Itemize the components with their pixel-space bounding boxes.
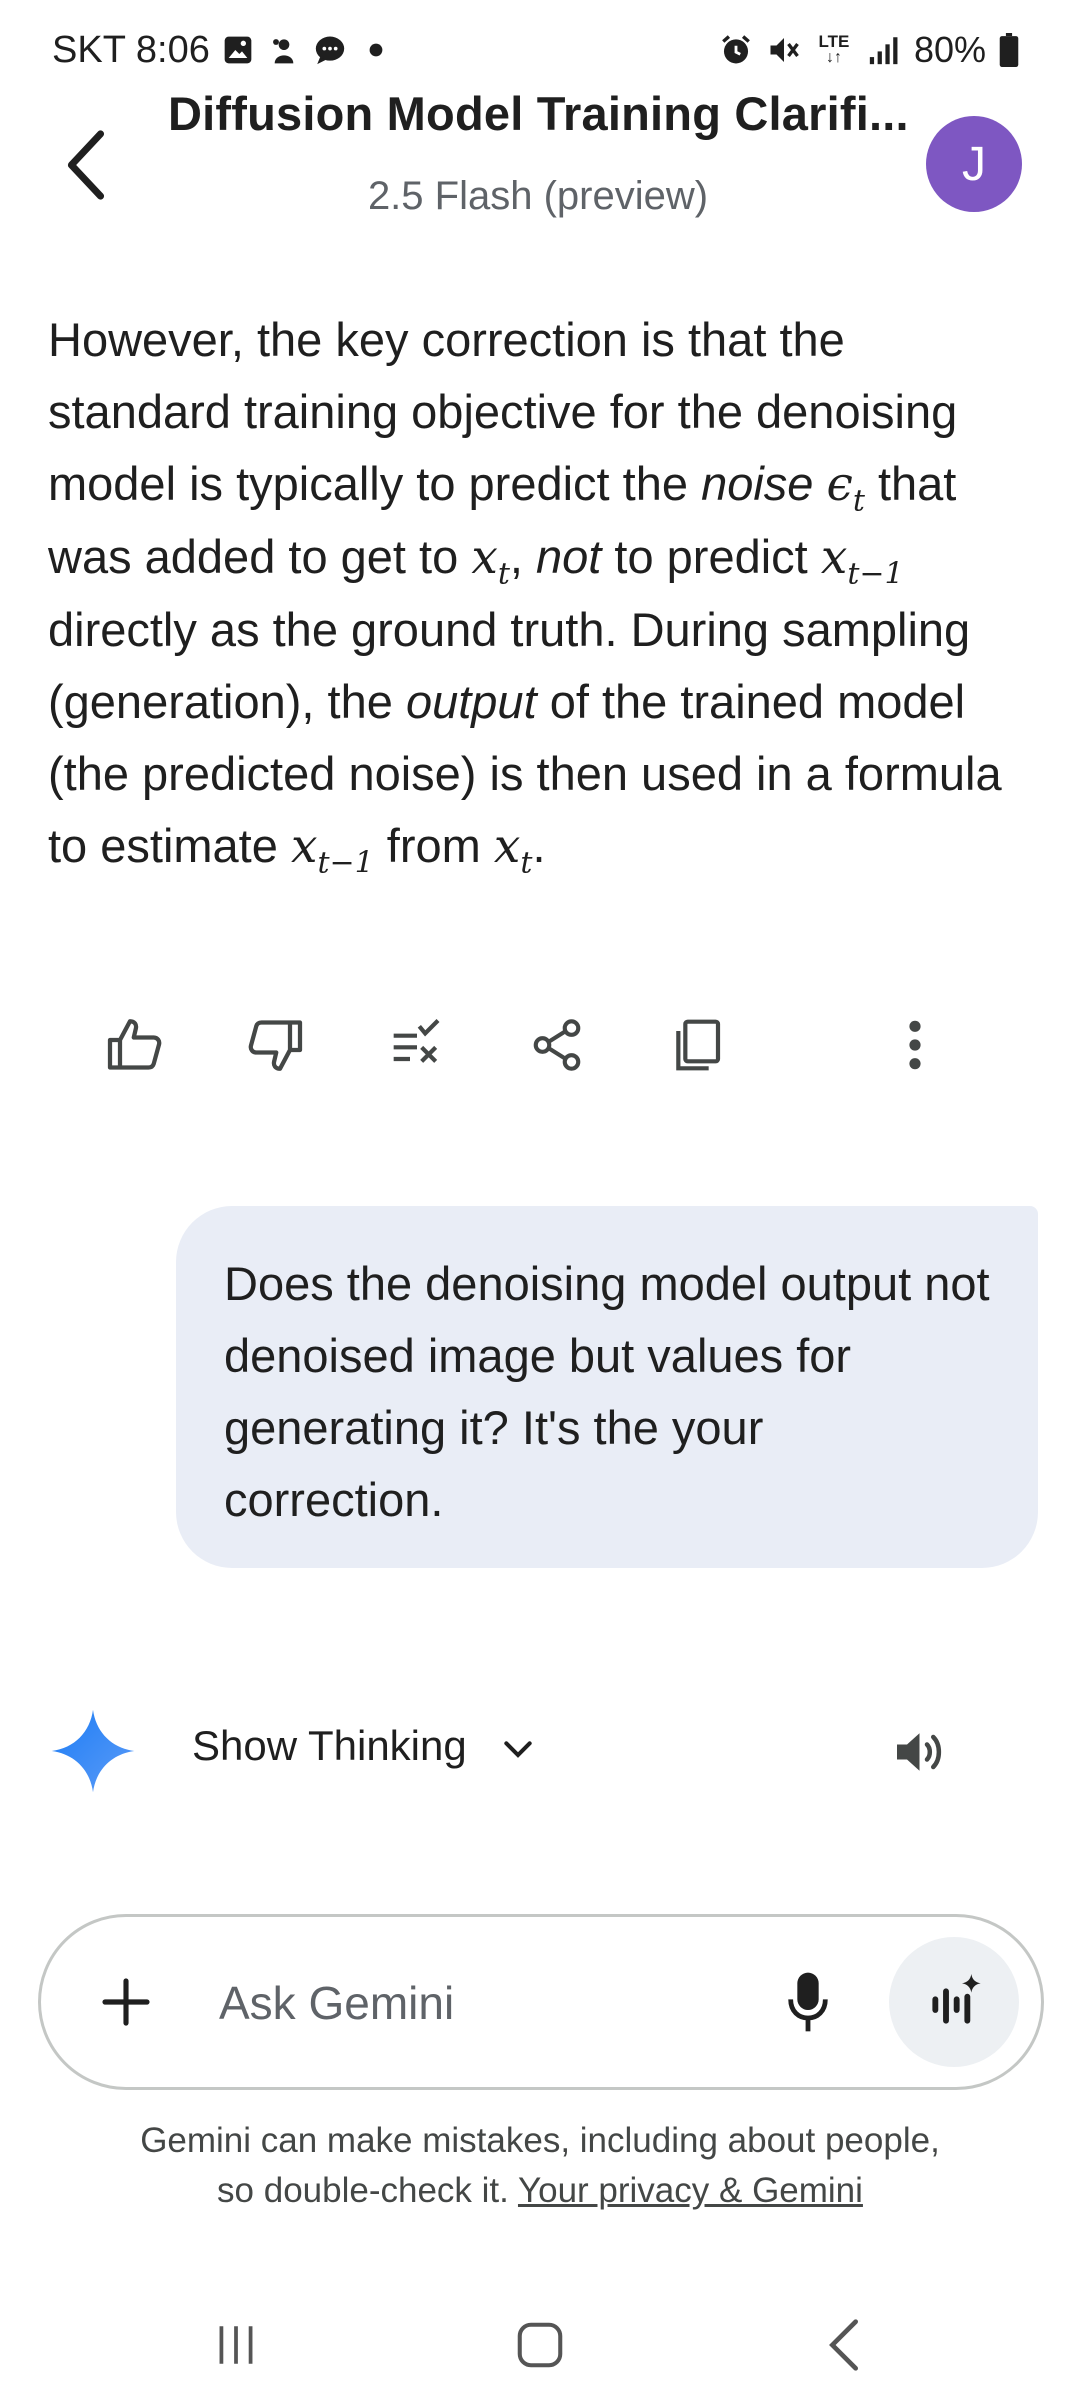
user-message-bubble[interactable]: Does the denoising model output not deno… (176, 1206, 1038, 1568)
ask-gemini-input[interactable] (217, 1967, 741, 2039)
response-emphasis-output: output (405, 675, 537, 728)
response-text-3: to predict (601, 530, 821, 583)
model-selector[interactable]: 2.5 Flash (preview) (168, 174, 908, 230)
clock: 8:06 (135, 28, 210, 71)
show-thinking-button[interactable]: Show Thinking (192, 1722, 467, 1770)
recent-apps-button[interactable] (196, 2310, 276, 2380)
disclaimer-line-2: so double-check it. Your privacy & Gemin… (217, 2171, 863, 2210)
home-icon (517, 2322, 563, 2368)
alarm-icon (718, 32, 754, 68)
speaker-icon[interactable] (890, 1722, 954, 1782)
math-x-t-b: xt (493, 819, 533, 881)
response-emphasis-not: not (536, 530, 602, 583)
response-emphasis-noise: noise (701, 457, 814, 510)
status-left: SKT 8:06 (52, 22, 394, 78)
math-epsilon: ϵt (826, 457, 865, 519)
chevron-down-icon[interactable] (498, 1730, 538, 1770)
prompt-input-bar (38, 1914, 1044, 2090)
gallery-icon (220, 32, 256, 68)
lte-icon: LTE ↓↑ (818, 32, 850, 66)
thinking-row: Show Thinking (48, 1700, 1038, 1800)
system-back-icon (829, 2319, 859, 2371)
add-attachment-button[interactable] (91, 1967, 161, 2037)
system-navigation-bar (0, 2290, 1080, 2400)
privacy-link[interactable]: Your privacy & Gemini (518, 2171, 863, 2210)
math-x-t-minus-1: xt−1 (820, 530, 904, 592)
plus-icon (102, 1978, 150, 2026)
response-text-1: However, the key correction is that the … (48, 313, 958, 510)
signal-icon (866, 32, 902, 68)
model-response: However, the key correction is that the … (48, 313, 1002, 881)
math-x-t-minus-1-b: xt−1 (290, 819, 374, 881)
thumbs-up-icon[interactable] (90, 1000, 180, 1090)
microphone-button[interactable] (773, 1963, 843, 2041)
status-bar: SKT 8:06 LTE ↓↑ 80% (0, 0, 1080, 100)
live-waveform-icon (932, 1974, 981, 2024)
mute-icon (766, 32, 802, 68)
battery-percent: 80% (913, 29, 986, 70)
chat-title[interactable]: Diffusion Model Training Clarifi... (168, 86, 908, 150)
more-notifications-dot-icon (358, 32, 394, 68)
user-message-text: Does the denoising model output not deno… (224, 1257, 990, 1526)
disclaimer: Gemini can make mistakes, including abou… (0, 2116, 1080, 2216)
microphone-icon (788, 1972, 828, 2032)
disclaimer-line-1: Gemini can make mistakes, including abou… (140, 2121, 940, 2160)
back-arrow-icon (67, 130, 105, 200)
system-back-button[interactable] (804, 2310, 884, 2380)
carrier-label: SKT (52, 28, 126, 71)
status-right: LTE ↓↑ 80% (718, 22, 1020, 78)
gemini-live-button[interactable] (889, 1937, 1019, 2067)
math-x-t: xt (471, 530, 510, 592)
modify-response-icon[interactable] (372, 1000, 462, 1090)
response-actions (60, 1000, 960, 1090)
avatar[interactable]: J (926, 116, 1022, 212)
battery-icon (998, 32, 1020, 68)
app-notification-icon (266, 32, 302, 68)
copy-icon[interactable] (652, 1000, 742, 1090)
thumbs-down-icon[interactable] (230, 1000, 320, 1090)
back-button[interactable] (50, 120, 120, 210)
more-vert-icon[interactable] (870, 1000, 960, 1090)
recent-apps-icon (219, 2326, 253, 2364)
response-text-6: from (373, 819, 494, 872)
home-button[interactable] (500, 2310, 580, 2380)
gemini-spark-icon (51, 1709, 135, 1793)
share-icon[interactable] (512, 1000, 602, 1090)
message-icon (312, 32, 348, 68)
